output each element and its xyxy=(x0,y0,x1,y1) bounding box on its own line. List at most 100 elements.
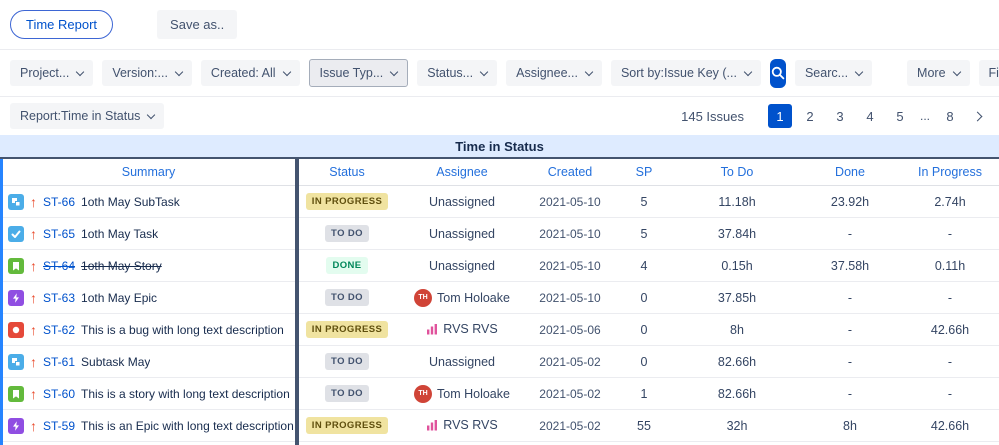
assignee-cell: TH Tom Holoake xyxy=(397,384,527,403)
issue-summary: 1oth May SubTask xyxy=(81,194,180,209)
priority-up-icon: ↑ xyxy=(30,353,37,370)
page-button-2[interactable]: 2 xyxy=(798,104,822,128)
assignee-cell: Unassigned xyxy=(397,259,527,273)
done-hours-cell: - xyxy=(847,290,853,305)
top-toolbar: Time Report Save as.. xyxy=(0,0,999,50)
page-button-4[interactable]: 4 xyxy=(858,104,882,128)
issue-type-filter-label: Issue Typ... xyxy=(319,66,384,80)
more-dropdown[interactable]: More xyxy=(907,60,970,86)
sp-cell: 5 xyxy=(640,194,648,209)
todo-hours-cell: 8h xyxy=(730,322,744,337)
story-icon xyxy=(8,257,24,274)
created-cell: 2021-05-10 xyxy=(539,226,601,241)
sp-cell: 1 xyxy=(640,386,648,401)
column-header-todo[interactable]: To Do xyxy=(675,165,799,179)
rvs-avatar-icon xyxy=(426,419,438,431)
table-row[interactable]: ↑ ST-60 This is a story with long text d… xyxy=(0,378,999,410)
column-header-done[interactable]: Done xyxy=(799,165,901,179)
assignee-name: Unassigned xyxy=(428,354,495,369)
done-hours-cell: 37.58h xyxy=(830,258,870,273)
issue-key-link[interactable]: ST-60 xyxy=(43,387,75,401)
version-filter-label: Version:... xyxy=(112,66,168,80)
assignee-filter-dropdown[interactable]: Assignee... xyxy=(506,60,602,86)
table-row[interactable]: ↑ ST-63 1oth May Epic TO DO TH Tom Holoak… xyxy=(0,282,999,314)
table-row[interactable]: ↑ ST-66 1oth May SubTask IN PROGRESS Una… xyxy=(0,186,999,218)
search-icon xyxy=(771,66,785,80)
assignee-cell: Unassigned xyxy=(397,227,527,241)
issue-key-link[interactable]: ST-63 xyxy=(43,291,75,305)
table-row[interactable]: ↑ ST-59 This is an Epic with long text d… xyxy=(0,410,999,442)
table-row[interactable]: ↑ ST-62 This is a bug with long text des… xyxy=(0,314,999,346)
column-header-inprogress[interactable]: In Progress xyxy=(901,165,999,179)
priority-up-icon: ↑ xyxy=(30,193,37,210)
status-badge: TO DO xyxy=(325,353,369,370)
table-row[interactable]: ↑ ST-65 1oth May Task TO DO Unassigned 2… xyxy=(0,218,999,250)
sort-by-dropdown[interactable]: Sort by:Issue Key (... xyxy=(610,60,761,86)
time-report-button[interactable]: Time Report xyxy=(10,10,114,39)
time-report-app: Time Report Save as.. Project... Version… xyxy=(0,0,999,445)
page-button-5[interactable]: 5 xyxy=(888,104,912,128)
issue-key-link[interactable]: ST-66 xyxy=(43,195,75,209)
status-filter-dropdown[interactable]: Status... xyxy=(417,60,498,86)
column-header-assignee[interactable]: Assignee xyxy=(397,165,527,179)
summary-cell: ↑ ST-59 This is an Epic with long text d… xyxy=(0,417,297,434)
issue-key-link[interactable]: ST-59 xyxy=(43,419,75,433)
project-filter-label: Project... xyxy=(20,66,70,80)
sort-by-label: Sort by:Issue Key (... xyxy=(620,66,737,80)
created-cell: 2021-05-06 xyxy=(539,322,601,337)
priority-up-icon: ↑ xyxy=(30,225,37,242)
chevron-down-icon xyxy=(147,110,156,119)
issue-key-link[interactable]: ST-62 xyxy=(43,323,75,337)
todo-hours-cell: 37.85h xyxy=(717,290,757,305)
fields-dropdown[interactable]: Fields xyxy=(978,60,999,86)
status-cell: TO DO xyxy=(297,289,397,306)
created-filter-dropdown[interactable]: Created: All xyxy=(200,60,300,86)
todo-hours-cell: 82.66h xyxy=(717,386,757,401)
chevron-down-icon xyxy=(584,67,594,76)
chevron-down-icon xyxy=(390,67,399,76)
page-button-1[interactable]: 1 xyxy=(767,104,792,128)
page-button-8[interactable]: 8 xyxy=(938,104,962,128)
column-header-created[interactable]: Created xyxy=(527,165,613,179)
issue-summary: This is a story with long text descripti… xyxy=(81,386,290,401)
done-hours-cell: - xyxy=(847,386,853,401)
avatar: TH xyxy=(414,288,433,307)
next-page-button[interactable] xyxy=(968,109,987,124)
epic-icon xyxy=(8,289,24,306)
issue-type-filter-dropdown[interactable]: Issue Typ... xyxy=(308,59,409,87)
todo-hours-cell: 11.18h xyxy=(718,194,756,209)
status-cell: TO DO xyxy=(297,225,397,242)
issue-summary: This is an Epic with long text descripti… xyxy=(81,418,294,433)
status-badge: IN PROGRESS xyxy=(305,193,389,210)
project-filter-dropdown[interactable]: Project... xyxy=(10,60,94,86)
issue-key-link[interactable]: ST-65 xyxy=(43,227,75,241)
status-filter-label: Status... xyxy=(427,66,474,80)
chevron-right-icon xyxy=(972,111,983,121)
version-filter-dropdown[interactable]: Version:... xyxy=(102,60,192,86)
table-row[interactable]: ↑ ST-64 1oth May Story DONE Unassigned 2… xyxy=(0,250,999,282)
inprogress-hours-cell: 42.66h xyxy=(930,322,970,337)
save-as-button[interactable]: Save as.. xyxy=(157,10,238,39)
column-header-status[interactable]: Status xyxy=(297,165,397,179)
column-header-sp[interactable]: SP xyxy=(613,165,675,179)
column-header-summary[interactable]: Summary xyxy=(0,165,297,179)
summary-cell: ↑ ST-60 This is a story with long text d… xyxy=(0,385,297,402)
epic-icon xyxy=(8,417,24,434)
search-field-dropdown[interactable]: Searc... xyxy=(794,60,873,86)
inprogress-hours-cell: - xyxy=(947,386,953,401)
done-hours-cell: - xyxy=(847,226,853,241)
column-resize-handle[interactable] xyxy=(295,159,299,445)
sp-cell: 5 xyxy=(640,226,648,241)
subtask-icon xyxy=(8,193,24,210)
status-badge: IN PROGRESS xyxy=(305,417,389,434)
report-selector-dropdown[interactable]: Report:Time in Status xyxy=(10,103,165,129)
priority-up-icon: ↑ xyxy=(30,385,37,402)
chevron-down-icon xyxy=(479,67,489,76)
search-button[interactable] xyxy=(769,58,786,88)
issue-key-link[interactable]: ST-61 xyxy=(43,355,75,369)
page-button-3[interactable]: 3 xyxy=(828,104,852,128)
table-row[interactable]: ↑ ST-61 Subtask May TO DO Unassigned 202… xyxy=(0,346,999,378)
issue-summary: This is a bug with long text description xyxy=(81,322,284,337)
report-selector-label: Report:Time in Status xyxy=(20,109,141,123)
issue-key-link[interactable]: ST-64 xyxy=(43,259,75,273)
